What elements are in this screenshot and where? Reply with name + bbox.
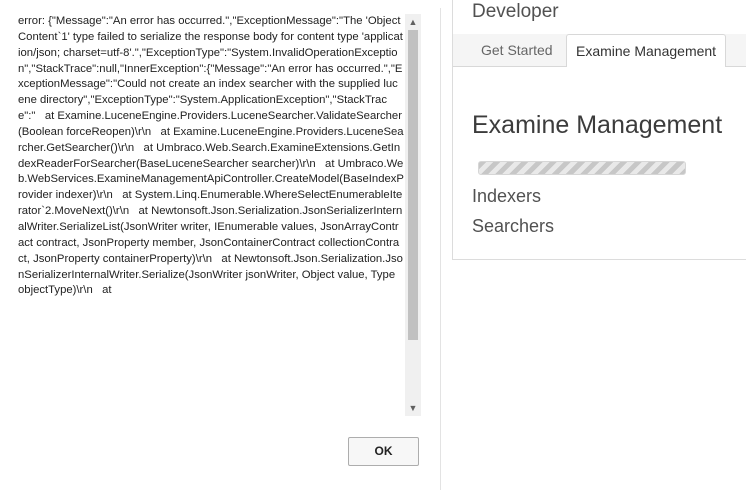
loading-progress-bar xyxy=(478,161,686,175)
scroll-thumb[interactable] xyxy=(408,30,418,340)
scroll-up-arrow-icon[interactable]: ▲ xyxy=(405,14,421,30)
error-dialog: error: {"Message":"An error has occurred… xyxy=(0,0,441,490)
progress-fill xyxy=(479,162,685,174)
tab-examine-management[interactable]: Examine Management xyxy=(566,34,727,67)
tab-get-started[interactable]: Get Started xyxy=(472,34,562,67)
page-title: Examine Management xyxy=(472,111,723,139)
indexers-link[interactable]: Indexers xyxy=(472,186,541,207)
developer-panel: Developer Get Started Examine Management… xyxy=(452,0,746,260)
dialog-top-edge xyxy=(0,0,441,8)
scroll-down-arrow-icon[interactable]: ▼ xyxy=(405,400,421,416)
vertical-scrollbar[interactable]: ▲ ▼ xyxy=(405,14,421,416)
ok-button[interactable]: OK xyxy=(348,437,419,466)
error-message-text: error: {"Message":"An error has occurred… xyxy=(18,15,404,297)
tabs-bar: Get Started Examine Management xyxy=(453,34,746,67)
section-title: Developer xyxy=(472,1,559,22)
error-message-area[interactable]: error: {"Message":"An error has occurred… xyxy=(18,14,421,416)
searchers-link[interactable]: Searchers xyxy=(472,216,554,237)
